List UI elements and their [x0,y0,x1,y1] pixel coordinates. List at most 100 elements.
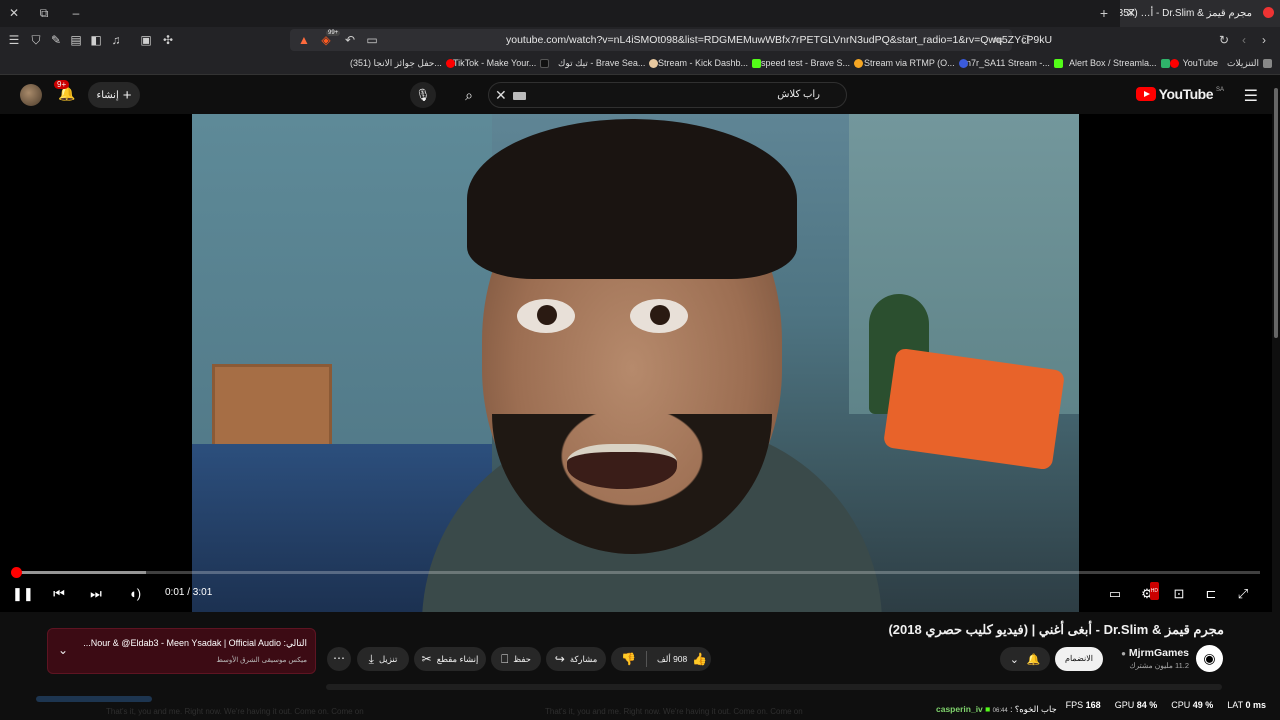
share-button[interactable]: مشاركة ↪ [546,647,606,671]
address-bar[interactable]: ▲ ◈ 99+ ↶ ▭ youtube.com/watch?v=nL4iSMOt… [290,29,1052,51]
fullscreen-icon[interactable]: ⤢ [1234,585,1252,603]
avatar[interactable] [20,84,42,106]
clear-search-icon[interactable]: ✕ [495,87,507,104]
up-next-subtitle: ميكس موسيقى الشرق الأوسط [216,657,307,664]
miniplayer-icon[interactable]: ⊡ [1170,585,1188,603]
settings-gear-icon[interactable]: ⚙ HD [1138,582,1159,603]
puzzle-icon[interactable]: ✣ [160,32,176,48]
bookmarks-bar: التنزيلات YouTube Alert Box / Streamla..… [0,53,1280,75]
person-eye-right [630,299,688,333]
youtube-logo[interactable]: YouTube SA [1135,86,1224,102]
gpu-stat: GPU 84 % [1114,700,1158,710]
scissors-icon: ✂ [421,652,432,666]
scrollbar-thumb[interactable] [1274,88,1278,338]
create-button[interactable]: + إنشاء [88,82,140,108]
subtitles-icon[interactable]: ▭ [1106,585,1124,603]
reload-icon[interactable]: ↻ [1216,32,1232,48]
overlay-lyrics-left: That's it, you and me. Right now. We're … [106,707,364,716]
close-tab-icon[interactable]: ✕ [1126,6,1136,20]
previous-icon[interactable]: ⏮ [50,585,68,603]
bookmark-awards[interactable]: (351) حفل جوائز الانجا... [350,58,455,69]
volume-icon[interactable]: ◖) [126,585,144,603]
next-icon[interactable]: ⏭ [87,585,105,603]
pause-icon[interactable]: ❚❚ [12,585,34,603]
window-restore-icon[interactable]: ⧉ [36,6,52,20]
screenshot-icon[interactable]: ▣ [138,32,154,48]
page-scrollbar[interactable] [1272,76,1280,720]
bookmark-kick[interactable]: Stream - Kick Dashb... [658,58,762,68]
bookmark-youtube[interactable]: YouTube [1169,58,1218,68]
overlay-lyrics-right: That's it, you and me. Right now. We're … [545,707,803,716]
bookmark-tiktok[interactable]: TikTok - Make Your... [453,58,550,68]
download-button[interactable]: تنزيل ⤓ [357,647,409,671]
more-actions-icon[interactable]: ⋯ [327,647,351,671]
video-title: مجرم قيمز & Dr.Slim - أبغى أغني | (فيديو… [888,622,1224,637]
tab-title: مجرم قيمز & Dr.Slim - أ… (357) [1120,8,1252,19]
chevron-down-icon[interactable]: ⌄ [58,643,68,657]
video-player[interactable]: ❚❚ ⏮ ⏭ ◖) 0:01 / 3:01 ▭ ⚙ HD ⊡ ⊏ ⤢ [0,114,1272,612]
save-button[interactable]: حفظ ⎕ [491,647,541,671]
bookmark-icon[interactable]: ⎕ [1018,32,1034,48]
video-frame[interactable] [192,114,1079,612]
channel-avatar[interactable]: ◉ [1196,645,1223,672]
forward-icon[interactable]: › [1256,32,1272,48]
brave-rewards-icon[interactable]: ▲ [296,32,312,48]
search-query: راب كلاش [777,89,820,100]
music-icon[interactable]: ♫ [108,32,124,48]
search-icon[interactable]: ⌕ [452,82,486,108]
clip-button[interactable]: إنشاء مقطع ✂ [414,647,486,671]
restream-icon [958,58,968,68]
keyboard-icon[interactable] [513,92,526,100]
window-close-icon[interactable]: ✕ [6,6,22,20]
person-eye-left [517,299,575,333]
wallet-icon[interactable]: ▤ [68,32,84,48]
cpu-stat: CPU 49 % [1171,700,1214,710]
streamlabs-icon [1160,58,1170,68]
shields-count: 99+ [326,30,341,36]
cast-icon[interactable]: ▭ [364,32,380,48]
fps-stat: FPS 168 [1065,700,1101,710]
sidebar-icon[interactable]: ◧ [88,32,104,48]
bookmark-rtmp[interactable]: Stream via RTMP (O... [864,58,968,68]
youtube-icon [1169,58,1179,68]
like-icon[interactable]: 👍 [692,652,707,666]
browser-tab[interactable]: ✕ مجرم قيمز & Dr.Slim - أ… (357) [1120,0,1280,27]
subscriber-count: 11.2 مليون مشترك [1129,661,1189,670]
reader-icon[interactable]: ↶ [342,32,358,48]
new-tab-icon[interactable]: + [1100,5,1108,21]
bookmark-downloads[interactable]: التنزيلات [1227,58,1272,69]
extensions-icon[interactable]: ✎ [48,32,64,48]
tiktok-icon [540,58,550,68]
bookmark-speedtest[interactable]: speed test - Brave S... [761,58,864,68]
channel-name[interactable]: MjrmGames ● [1121,647,1189,659]
description-placeholder [326,684,1222,690]
bookmark-n7r[interactable]: n7r_SA11 Stream -... [966,58,1063,68]
back-icon[interactable]: ‹ [1236,32,1252,48]
guide-menu-icon[interactable]: ☰ [1244,86,1258,106]
overlay-bar [36,696,152,702]
verified-icon: ● [1121,649,1126,658]
scrubber-handle[interactable] [11,567,22,578]
performance-overlay: FPS 168 GPU 84 % CPU 49 % LAT 0 ms [1066,700,1266,710]
vpn-shield-icon[interactable]: ⛉ [28,32,44,48]
latency-stat: LAT 0 ms [1227,700,1266,710]
person-hair [467,119,797,279]
progress-bar[interactable] [11,567,1260,578]
bell-icon: 🔔 [1026,653,1041,666]
hd-badge: HD [1149,582,1159,600]
subscribed-bell-button[interactable]: ⌄ 🔔 [1000,647,1050,671]
up-next-card[interactable]: التالي: Nour & @Eldab3 - Meen Ysadak | O… [47,628,316,674]
menu-icon[interactable]: ☰ [6,32,22,48]
dislike-icon[interactable]: 👎 [621,652,636,666]
window-minimize-icon[interactable]: – [68,6,84,20]
microphone-icon[interactable]: 🎙 [410,82,436,108]
join-button[interactable]: الانضمام [1055,647,1103,671]
chat-badge-icon: ■ [985,704,991,714]
site-settings-icon[interactable]: ⇋ [990,32,1006,48]
url-text: youtube.com/watch?v=nL4iSMOt098&list=RDG… [506,34,1053,46]
buffer-bar [12,571,146,574]
bookmark-alertbox[interactable]: Alert Box / Streamla... [1069,58,1170,68]
bookmark-tiktok-search[interactable]: تيك توك - Brave Sea... [558,58,659,69]
search-input[interactable]: راب كلاش ✕ [488,82,847,108]
cast-icon[interactable]: ⊏ [1202,585,1220,603]
